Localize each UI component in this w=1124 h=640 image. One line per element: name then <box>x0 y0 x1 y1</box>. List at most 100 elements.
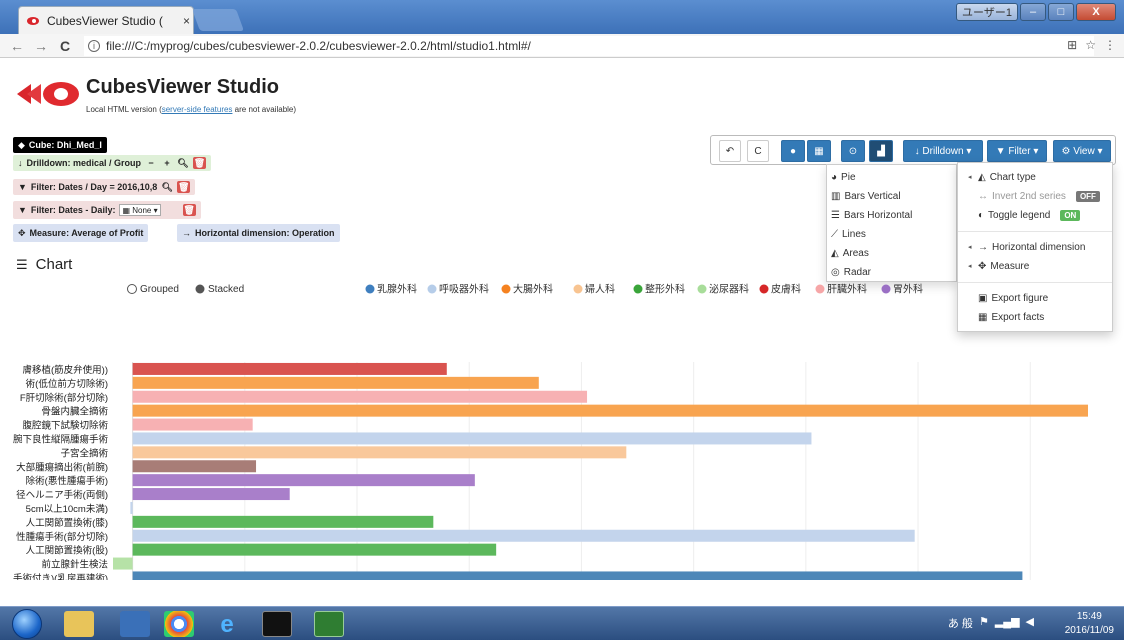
refresh-button[interactable]: C <box>747 140 769 162</box>
undo-button[interactable]: ↶ <box>719 140 741 162</box>
command-prompt-icon[interactable] <box>262 611 292 637</box>
chart-bar[interactable] <box>132 460 257 473</box>
series-mode-button[interactable]: ▦ <box>807 140 831 162</box>
legend-label[interactable]: 肝臓外科 <box>827 283 867 296</box>
chart-bar[interactable] <box>132 362 447 375</box>
stacked-radio[interactable] <box>195 284 205 294</box>
forward-icon[interactable]: → <box>34 38 48 54</box>
menu-item-pie[interactable]: ◕ Pie <box>827 169 956 185</box>
clock-date: 2016/11/09 <box>1064 625 1114 636</box>
translate-icon[interactable]: ⊞ <box>1067 38 1077 52</box>
menu-item-label: Measure <box>990 260 1030 272</box>
network-icon[interactable]: ▂▄▆ <box>995 615 1020 631</box>
start-button[interactable] <box>12 609 42 639</box>
legend-swatch[interactable] <box>697 284 707 294</box>
info-icon[interactable]: i <box>88 40 100 52</box>
menu-item-lines[interactable]: ⟋ Lines <box>827 226 956 242</box>
chart-bar[interactable] <box>132 529 915 542</box>
menu-item-bars-vertical[interactable]: ▥ Bars Vertical <box>827 188 956 204</box>
legend-swatch[interactable] <box>365 284 375 294</box>
on-badge: ON <box>1060 209 1081 221</box>
legend-label[interactable]: 婦人科 <box>585 283 615 296</box>
maximize-button[interactable]: □ <box>1048 3 1074 21</box>
legend-swatch[interactable] <box>573 284 583 294</box>
chart-bar[interactable] <box>130 501 133 514</box>
back-icon[interactable]: ← <box>10 38 24 54</box>
category-label: 術(低位前方切除術) <box>26 378 108 390</box>
browser-tab[interactable]: CubesViewer Studio ( × <box>18 6 194 34</box>
reload-icon[interactable]: C <box>58 38 72 54</box>
chart-bar[interactable] <box>132 474 475 487</box>
view-button[interactable]: ⚙ View ▾ <box>1053 140 1111 162</box>
horizontal-dimension-pill[interactable]: → Horizontal dimension: Operation <box>177 224 340 242</box>
window-controls: ユーザー1 – □ X <box>956 3 1116 21</box>
ime-status[interactable]: あ 般 <box>948 615 973 631</box>
search-icon[interactable]: 🔍︎ <box>177 157 189 169</box>
daily-select[interactable]: ▦ None ▾ <box>119 204 161 216</box>
flag-icon[interactable]: ⚑ <box>979 615 989 631</box>
cube-pill[interactable]: ◆ Cube: Dhi_Med_I <box>13 137 107 153</box>
minimize-button[interactable]: – <box>1020 3 1046 21</box>
address-bar[interactable]: i file:///C:/myprog/cubes/cubesviewer-2.… <box>84 36 1094 56</box>
server-features-link[interactable]: server-side features <box>162 105 233 114</box>
legend-swatch[interactable] <box>881 284 891 294</box>
chart-bar[interactable] <box>132 376 539 389</box>
chart-mode-button[interactable]: ▟ <box>869 140 893 162</box>
filter-button[interactable]: ▼ Filter ▾ <box>987 140 1047 162</box>
chart-bar[interactable] <box>113 557 133 570</box>
chart-bar[interactable] <box>132 418 253 431</box>
legend-label[interactable]: 皮膚科 <box>771 283 801 296</box>
legend-label[interactable]: 整形外科 <box>645 283 685 296</box>
chart-bar[interactable] <box>132 488 290 501</box>
facts-mode-button[interactable]: ⊙ <box>841 140 865 162</box>
chrome-icon[interactable] <box>164 611 194 637</box>
chart-bar[interactable] <box>132 390 588 403</box>
user-button[interactable]: ユーザー1 <box>956 3 1018 21</box>
drilldown-button[interactable]: ↓ Drilldown ▾ <box>903 140 983 162</box>
legend-swatch[interactable] <box>759 284 769 294</box>
search-icon[interactable]: 🔍︎ <box>161 181 173 193</box>
legend-swatch[interactable] <box>501 284 511 294</box>
trash-icon[interactable]: 🗑︎ <box>193 157 207 169</box>
chart-bar[interactable] <box>132 543 497 556</box>
add-level-button[interactable]: + <box>161 157 173 169</box>
explorer-icon[interactable] <box>64 611 94 637</box>
legend-label[interactable]: 大腸外科 <box>513 283 553 296</box>
explore-mode-button[interactable]: ● <box>781 140 805 162</box>
menu-icon[interactable]: ⋮ <box>1104 38 1116 52</box>
clock[interactable]: 15:49 2016/11/09 <box>1065 610 1114 638</box>
measure-pill[interactable]: ✥ Measure: Average of Profit <box>13 224 149 242</box>
legend-label[interactable]: 胃外科 <box>893 283 923 296</box>
trash-icon[interactable]: 🗑︎ <box>177 181 191 193</box>
legend-swatch[interactable] <box>815 284 825 294</box>
menu-item-chart-type[interactable]: ◂ ◭ Chart type <box>958 169 1112 185</box>
trash-icon[interactable]: 🗑︎ <box>182 204 196 216</box>
volume-icon[interactable]: ◀ <box>1026 615 1034 631</box>
menu-item-measure[interactable]: ◂ ✥ Measure <box>958 258 1112 274</box>
menu-item-toggle-legend[interactable]: ◐ Toggle legend ON <box>958 207 1112 223</box>
chart-bar[interactable] <box>132 432 812 445</box>
menu-item-bars-horizontal[interactable]: ☰ Bars Horizontal <box>827 207 956 223</box>
media-icon[interactable] <box>120 611 150 637</box>
tab-close-icon[interactable]: × <box>183 14 190 28</box>
menu-item-horizontal-dimension[interactable]: ◂ → Horizontal dimension <box>958 239 1112 255</box>
new-tab-button[interactable] <box>191 9 245 31</box>
chart-bar[interactable] <box>132 446 627 459</box>
menu-item-areas[interactable]: ◭ Areas <box>827 245 956 261</box>
legend-label[interactable]: 呼吸器外科 <box>439 283 489 296</box>
internet-explorer-icon[interactable]: e <box>212 611 242 638</box>
chart-bar[interactable] <box>132 515 434 528</box>
grouped-radio[interactable] <box>127 284 137 294</box>
chart-bar[interactable] <box>132 571 1023 580</box>
menu-item-invert-series[interactable]: ↔ Invert 2nd series OFF <box>958 188 1112 204</box>
legend-swatch[interactable] <box>427 284 437 294</box>
remove-level-button[interactable]: − <box>145 157 157 169</box>
close-button[interactable]: X <box>1076 3 1116 21</box>
chart-bar[interactable] <box>132 404 1088 417</box>
bookmark-star-icon[interactable]: ☆ <box>1085 38 1096 52</box>
legend-swatch[interactable] <box>633 284 643 294</box>
legend-label[interactable]: 泌尿器科 <box>709 283 749 296</box>
menu-item-radar[interactable]: ◎ Radar <box>827 264 956 280</box>
excel-icon[interactable] <box>314 611 344 637</box>
legend-label[interactable]: 乳腺外科 <box>377 283 417 296</box>
